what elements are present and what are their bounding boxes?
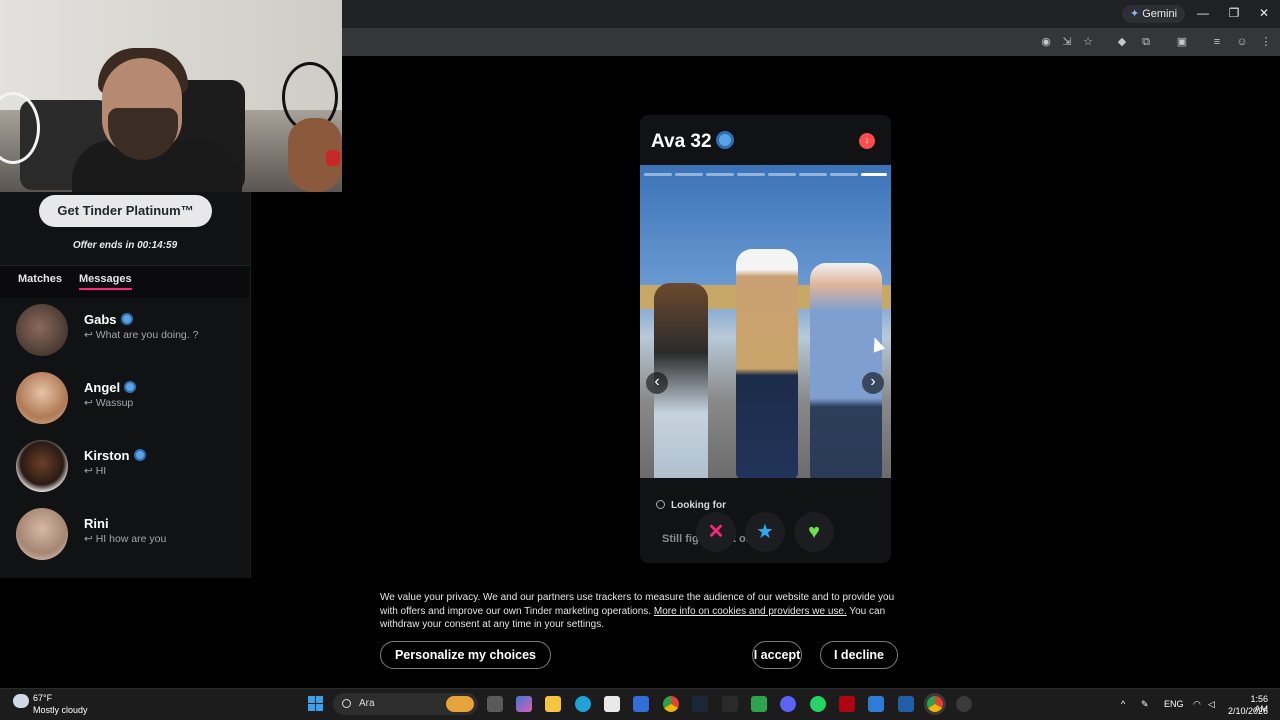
chrome-icon[interactable]	[663, 696, 679, 712]
message-item-angel[interactable]: Angel ↩ Wassup	[0, 372, 250, 440]
xbox-icon[interactable]	[751, 696, 767, 712]
photo-progress-segment-active	[861, 173, 887, 176]
consent-text: We value your privacy. We and our partne…	[380, 592, 895, 630]
decline-button[interactable]: I decline	[820, 641, 898, 669]
offer-countdown: Offer ends in 00:14:59	[72, 240, 178, 251]
message-item-rini[interactable]: Rini ↩ HI how are you	[0, 508, 250, 576]
weather-condition[interactable]: Mostly cloudy	[33, 705, 88, 715]
looking-for-section: Looking for	[656, 500, 726, 511]
install-app-icon[interactable]: ⇲	[1060, 35, 1074, 49]
epic-games-icon[interactable]	[722, 696, 738, 712]
copilot-icon[interactable]	[516, 696, 532, 712]
profile-avatar-icon[interactable]: ☺	[1235, 35, 1249, 49]
tab-matches[interactable]: Matches	[18, 273, 62, 285]
photo-progress-segment	[799, 173, 827, 176]
message-item-kirston[interactable]: Kirston ↩ HI	[0, 440, 250, 508]
webcam-overlay	[0, 0, 342, 192]
photo-progress-segment	[675, 173, 703, 176]
wifi-icon[interactable]: ◠	[1193, 699, 1201, 710]
collapse-profile-arrow-icon[interactable]: ↓	[859, 133, 875, 149]
message-preview: ↩ HI how are you	[84, 533, 167, 545]
search-icon	[342, 699, 351, 708]
photo-progress-segment	[830, 173, 858, 176]
search-highlight-icon[interactable]	[446, 696, 474, 712]
verified-badge-icon	[133, 449, 146, 461]
volume-icon[interactable]: ◁	[1208, 699, 1215, 710]
profile-card: Ava 32 ↓ ‹ › Looking for Still figuring …	[640, 115, 891, 563]
media-controls-icon[interactable]: ≡	[1210, 35, 1224, 49]
extension-icon[interactable]: ◆	[1115, 35, 1129, 49]
accept-button[interactable]: I accept	[752, 641, 802, 669]
photo-progress-segment	[644, 173, 672, 176]
gemini-button[interactable]: ✦ Gemini	[1122, 5, 1186, 23]
photo-person-marine	[736, 249, 798, 478]
pen-icon[interactable]: ✎	[1141, 699, 1149, 710]
like-button[interactable]: ♥	[794, 512, 834, 552]
message-preview: ↩ HI	[84, 465, 107, 477]
avatar	[16, 440, 68, 492]
message-preview: ↩ Wassup	[84, 397, 134, 409]
netflix-icon[interactable]	[839, 696, 855, 712]
verified-badge-icon	[120, 313, 133, 325]
discord-icon[interactable]	[780, 696, 796, 712]
profile-name-age: Ava 32	[651, 131, 712, 152]
super-like-button[interactable]: ★	[745, 512, 785, 552]
message-name: Kirston	[84, 448, 130, 463]
avatar	[16, 508, 68, 560]
verified-badge-icon	[124, 381, 137, 393]
app-window-icon[interactable]	[868, 696, 884, 712]
message-item-gabs[interactable]: Gabs ↩ What are you doing. ?	[0, 304, 250, 372]
extensions-puzzle-icon[interactable]: ⧉	[1139, 35, 1153, 49]
message-name: Angel	[84, 380, 121, 395]
windows-start-icon[interactable]	[308, 696, 324, 712]
bookmark-star-icon[interactable]: ☆	[1081, 35, 1095, 49]
task-view-icon[interactable]	[487, 696, 503, 712]
side-panel-icon[interactable]: ▣	[1175, 35, 1189, 49]
avatar	[16, 304, 68, 356]
personalize-choices-button[interactable]: Personalize my choices	[380, 641, 551, 669]
cookies-info-link[interactable]: More info on cookies and providers we us…	[654, 606, 847, 617]
tray-overflow-chevron-icon[interactable]: ^	[1121, 699, 1125, 709]
weather-cloud-icon[interactable]	[13, 694, 29, 708]
previous-photo-chevron-icon[interactable]: ‹	[646, 372, 668, 394]
steam-icon[interactable]	[692, 696, 708, 712]
close-window-button[interactable]: ✕	[1256, 6, 1272, 20]
language-indicator[interactable]: ENG	[1164, 699, 1184, 709]
gemini-spark-icon: ✦	[1130, 8, 1140, 20]
minimize-button[interactable]: —	[1195, 6, 1211, 20]
store-icon[interactable]	[604, 696, 620, 712]
browser-menu-icon[interactable]: ⋮	[1259, 35, 1273, 49]
nope-button[interactable]: ✕	[696, 512, 736, 552]
avatar	[16, 372, 68, 424]
restore-button[interactable]: ❐	[1226, 6, 1242, 20]
message-name: Gabs	[84, 312, 117, 327]
message-name: Rini	[84, 516, 109, 531]
clock-date[interactable]: 2/10/2026	[1222, 706, 1268, 716]
outlook-icon[interactable]	[633, 696, 649, 712]
edge-icon[interactable]	[575, 696, 591, 712]
search-icon	[656, 500, 665, 509]
get-platinum-button[interactable]: Get Tinder Platinum™	[39, 195, 212, 227]
obs-icon[interactable]	[956, 696, 972, 712]
photo-progress-segment	[768, 173, 796, 176]
weather-temperature[interactable]: 67°F	[33, 693, 52, 703]
message-preview: ↩ What are you doing. ?	[84, 329, 199, 341]
photo-person-man	[810, 263, 882, 478]
file-explorer-icon[interactable]	[545, 696, 561, 712]
whatsapp-icon[interactable]	[810, 696, 826, 712]
verified-badge-icon	[715, 131, 734, 149]
location-icon[interactable]: ◉	[1039, 35, 1053, 49]
app-icon[interactable]	[898, 696, 914, 712]
photo-progress-segment	[706, 173, 734, 176]
chrome-active-icon[interactable]	[927, 696, 943, 712]
next-photo-chevron-icon[interactable]: ›	[862, 372, 884, 394]
tab-messages[interactable]: Messages	[79, 273, 132, 290]
profile-photo[interactable]: ‹ ›	[640, 165, 891, 478]
photo-progress-segment	[737, 173, 765, 176]
